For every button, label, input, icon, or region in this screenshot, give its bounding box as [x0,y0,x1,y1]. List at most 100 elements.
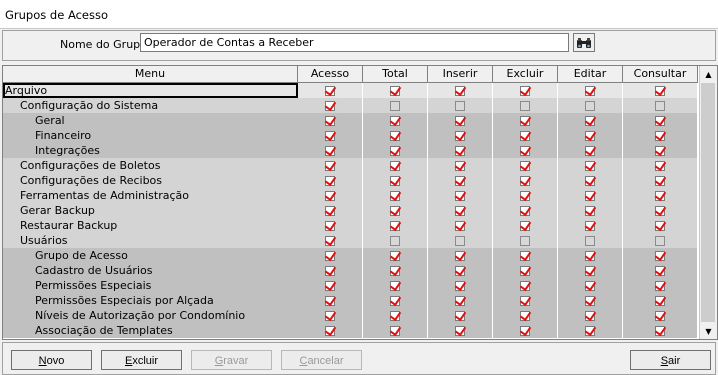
checkbox-total[interactable] [390,190,400,201]
group-name-input[interactable]: Operador de Contas a Receber [140,33,569,52]
checkbox-acesso[interactable] [325,250,335,261]
checkbox-inserir[interactable] [455,325,465,336]
checkbox-inserir[interactable] [455,175,465,186]
checkbox-excluir[interactable] [520,115,530,126]
checkbox-consultar[interactable] [655,265,665,276]
checkbox-acesso[interactable] [325,130,335,141]
checkbox-consultar[interactable] [655,145,665,156]
checkbox-consultar[interactable] [655,280,665,291]
table-row[interactable]: Permissões Especiais por Alçada [3,293,698,308]
menu-cell[interactable]: Gerar Backup [3,203,298,218]
checkbox-total[interactable] [390,85,400,96]
checkbox-acesso[interactable] [325,280,335,291]
checkbox-excluir[interactable] [520,325,530,336]
checkbox-consultar[interactable] [655,310,665,321]
checkbox-consultar[interactable] [655,100,665,111]
checkbox-editar[interactable] [585,220,595,231]
vertical-scrollbar[interactable]: ▲ ▼ [699,66,717,339]
checkbox-excluir[interactable] [520,220,530,231]
checkbox-total[interactable] [390,325,400,336]
menu-cell[interactable]: Níveis de Autorização por Condomínio [3,308,298,323]
checkbox-total[interactable] [390,145,400,156]
checkbox-consultar[interactable] [655,190,665,201]
table-row[interactable]: Arquivo [3,83,698,98]
checkbox-excluir[interactable] [520,295,530,306]
gravar-button[interactable]: Gravar [191,350,272,370]
column-header-acesso[interactable]: Acesso [298,66,363,82]
checkbox-consultar[interactable] [655,235,665,246]
checkbox-consultar[interactable] [655,85,665,96]
checkbox-editar[interactable] [585,295,595,306]
checkbox-consultar[interactable] [655,205,665,216]
menu-cell[interactable]: Permissões Especiais por Alçada [3,293,298,308]
checkbox-acesso[interactable] [325,325,335,336]
checkbox-total[interactable] [390,310,400,321]
checkbox-consultar[interactable] [655,175,665,186]
checkbox-excluir[interactable] [520,85,530,96]
checkbox-acesso[interactable] [325,220,335,231]
checkbox-editar[interactable] [585,145,595,156]
checkbox-excluir[interactable] [520,250,530,261]
column-header-menu[interactable]: Menu [3,66,298,82]
scroll-down-button[interactable]: ▼ [700,323,717,339]
checkbox-editar[interactable] [585,175,595,186]
checkbox-acesso[interactable] [325,235,335,246]
checkbox-excluir[interactable] [520,235,530,246]
checkbox-excluir[interactable] [520,130,530,141]
checkbox-total[interactable] [390,265,400,276]
checkbox-inserir[interactable] [455,265,465,276]
checkbox-total[interactable] [390,220,400,231]
table-row[interactable]: Restaurar Backup [3,218,698,233]
checkbox-inserir[interactable] [455,190,465,201]
checkbox-total[interactable] [390,280,400,291]
table-row[interactable]: Grupo de Acesso [3,248,698,263]
checkbox-editar[interactable] [585,100,595,111]
table-row[interactable]: Configuração do Sistema [3,98,698,113]
scroll-up-button[interactable]: ▲ [700,66,717,82]
column-header-editar[interactable]: Editar [558,66,623,82]
checkbox-acesso[interactable] [325,205,335,216]
menu-cell[interactable]: Usuários [3,233,298,248]
excluir-button[interactable]: Excluir [101,350,182,370]
menu-cell[interactable]: Ferramentas de Administração [3,188,298,203]
checkbox-excluir[interactable] [520,100,530,111]
checkbox-consultar[interactable] [655,325,665,336]
table-row[interactable]: Ferramentas de Administração [3,188,698,203]
checkbox-excluir[interactable] [520,190,530,201]
checkbox-editar[interactable] [585,310,595,321]
checkbox-inserir[interactable] [455,250,465,261]
checkbox-consultar[interactable] [655,115,665,126]
checkbox-acesso[interactable] [325,145,335,156]
scroll-thumb[interactable] [701,83,715,322]
checkbox-acesso[interactable] [325,100,335,111]
checkbox-excluir[interactable] [520,145,530,156]
checkbox-acesso[interactable] [325,160,335,171]
checkbox-inserir[interactable] [455,205,465,216]
column-header-consultar[interactable]: Consultar [623,66,698,82]
checkbox-editar[interactable] [585,280,595,291]
checkbox-consultar[interactable] [655,130,665,141]
checkbox-excluir[interactable] [520,160,530,171]
checkbox-editar[interactable] [585,130,595,141]
checkbox-inserir[interactable] [455,160,465,171]
checkbox-editar[interactable] [585,235,595,246]
checkbox-excluir[interactable] [520,265,530,276]
checkbox-total[interactable] [390,295,400,306]
table-row[interactable]: Configurações de Recibos [3,173,698,188]
column-header-excluir[interactable]: Excluir [493,66,558,82]
table-row[interactable]: Geral [3,113,698,128]
checkbox-consultar[interactable] [655,250,665,261]
novo-button[interactable]: Novo [11,350,92,370]
checkbox-editar[interactable] [585,160,595,171]
checkbox-total[interactable] [390,100,400,111]
checkbox-editar[interactable] [585,190,595,201]
menu-cell[interactable]: Restaurar Backup [3,218,298,233]
checkbox-editar[interactable] [585,85,595,96]
checkbox-inserir[interactable] [455,100,465,111]
checkbox-inserir[interactable] [455,145,465,156]
cancelar-button[interactable]: Cancelar [281,350,362,370]
menu-cell[interactable]: Arquivo [3,83,298,98]
checkbox-inserir[interactable] [455,235,465,246]
menu-cell[interactable]: Configurações de Recibos [3,173,298,188]
table-row[interactable]: Usuários [3,233,698,248]
